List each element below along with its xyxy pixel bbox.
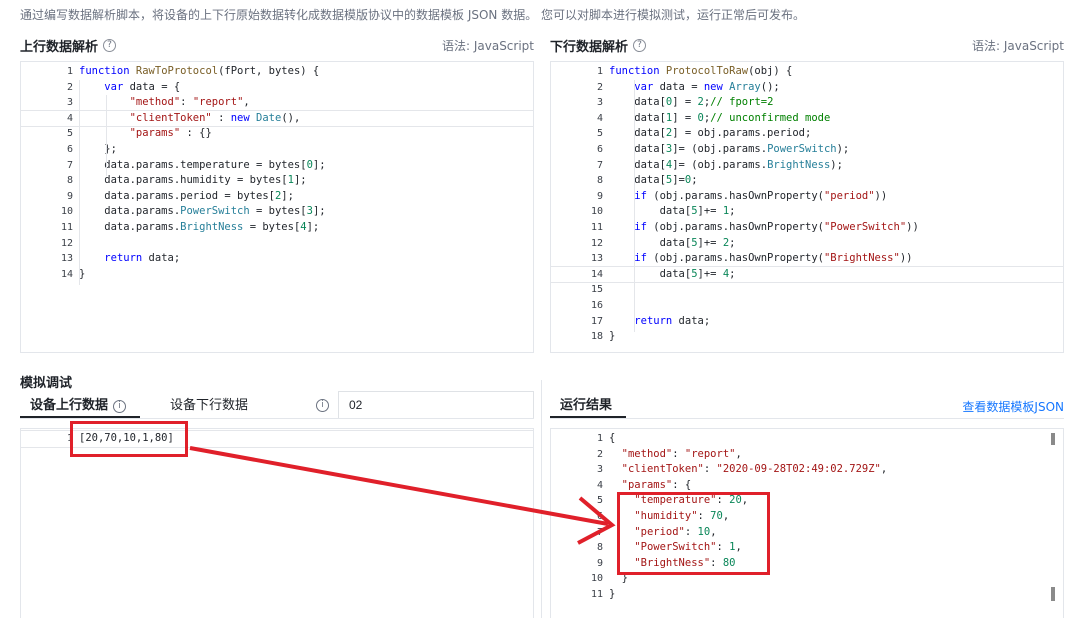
annotation-arrow [189, 446, 616, 545]
